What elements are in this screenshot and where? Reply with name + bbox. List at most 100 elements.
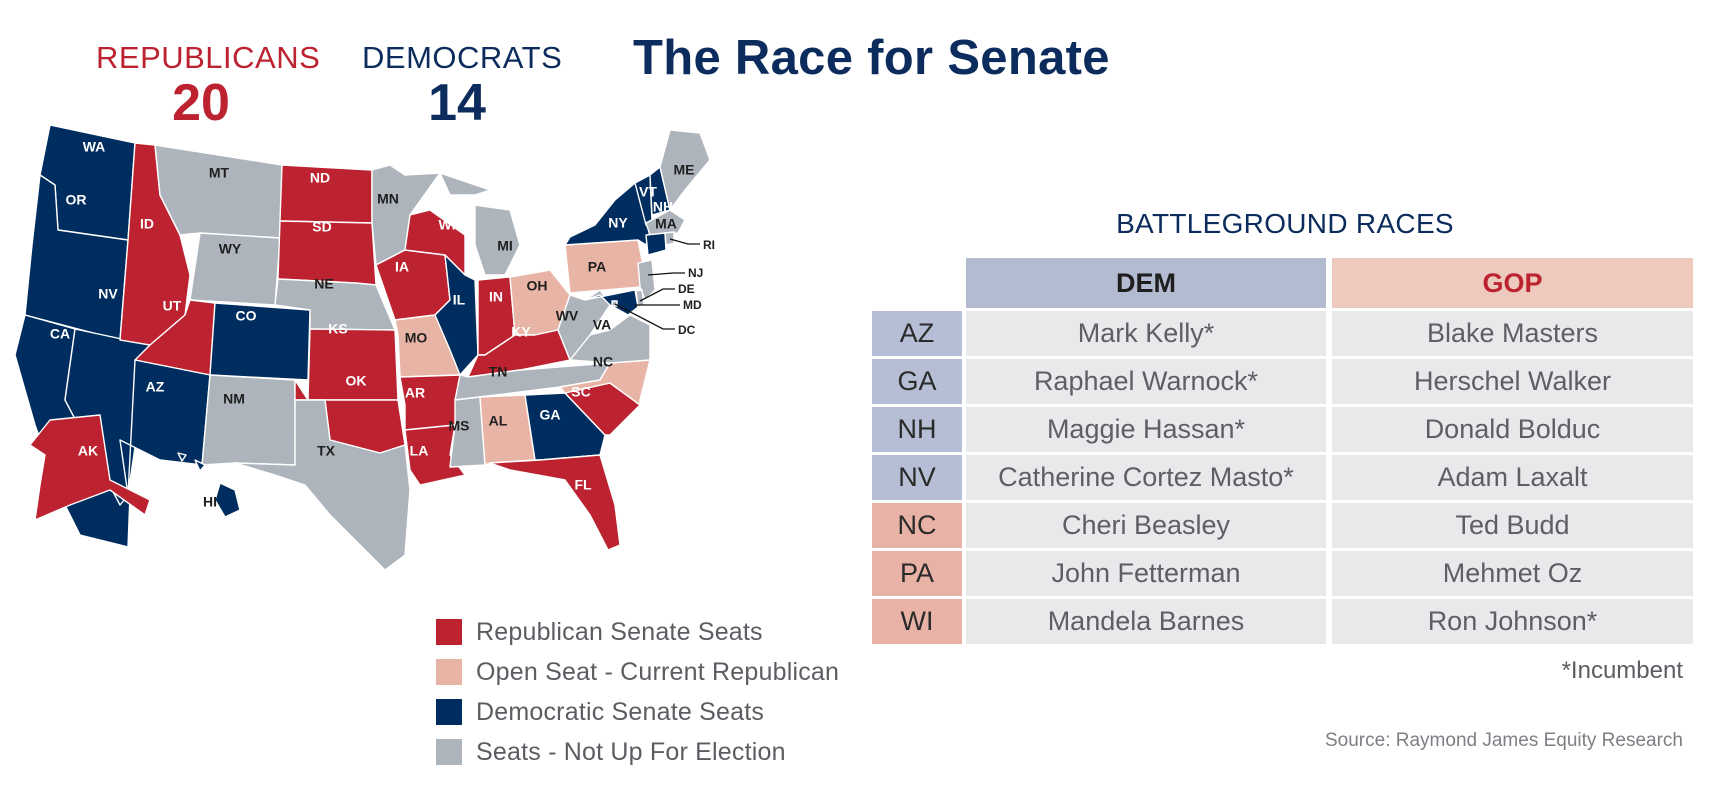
state-label-co: CO (236, 308, 257, 324)
state-label-ne: NE (314, 276, 333, 292)
legend-label: Open Seat - Current Republican (476, 657, 840, 686)
legend-label: Democratic Senate Seats (476, 697, 765, 726)
legend-item: Open Seat - Current Republican (436, 652, 839, 692)
legend-swatch-democrat (436, 699, 462, 725)
state-label-vt: VT (639, 184, 657, 200)
state-label-ky: KY (511, 324, 531, 340)
state-label-mn: MN (377, 191, 399, 207)
state-cell: NH (872, 407, 962, 452)
state-cell: NV (872, 455, 962, 500)
state-ri (664, 231, 675, 246)
state-label-ar: AR (405, 385, 425, 401)
table-row: NC Cheri Beasley Ted Budd (872, 503, 1693, 548)
state-cell: WI (872, 599, 962, 644)
state-label-or: OR (66, 192, 87, 208)
state-label-ga: GA (540, 407, 561, 423)
state-label-va: VA (593, 317, 611, 333)
state-mt (154, 144, 283, 239)
table-row: PA John Fetterman Mehmet Oz (872, 551, 1693, 596)
state-az (119, 359, 211, 496)
state-label-mt: MT (209, 165, 230, 181)
state-label-ma: MA (655, 216, 677, 232)
dem-candidate: Cheri Beasley (966, 503, 1326, 548)
table-row: WI Mandela Barnes Ron Johnson* (872, 599, 1693, 644)
state-label-hi: HI (203, 494, 217, 510)
state-co (209, 302, 311, 381)
state-label-tn: TN (489, 364, 508, 380)
state-label-ut: UT (163, 298, 182, 314)
gop-candidate: Herschel Walker (1332, 359, 1693, 404)
map-legend: Republican Senate Seats Open Seat - Curr… (436, 612, 839, 772)
dem-candidate: John Fetterman (966, 551, 1326, 596)
state-label-al: AL (489, 413, 508, 429)
legend-label: Republican Senate Seats (476, 617, 763, 646)
callout-label-ri: RI (703, 238, 715, 252)
state-fl (489, 454, 621, 551)
state-label-nd: ND (310, 170, 330, 186)
gop-candidate: Donald Bolduc (1332, 407, 1693, 452)
header-dem: DEM (966, 258, 1326, 308)
state-label-nm: NM (223, 391, 245, 407)
header-gop: GOP (1332, 258, 1693, 308)
state-label-ak: AK (78, 443, 98, 459)
state-cell: AZ (872, 311, 962, 356)
state-label-ok: OK (346, 373, 367, 389)
incumbent-footnote: *Incumbent (1561, 657, 1683, 684)
republican-count-label: REPUBLICANS (96, 40, 321, 75)
state-label-nv: NV (98, 286, 118, 302)
gop-candidate: Blake Masters (1332, 311, 1693, 356)
table-row: NV Catherine Cortez Masto* Adam Laxalt (872, 455, 1693, 500)
state-label-oh: OH (527, 278, 548, 294)
state-label-ny: NY (608, 215, 628, 231)
dem-candidate: Mandela Barnes (966, 599, 1326, 644)
callout-label-md: MD (683, 298, 702, 312)
state-label-mi: MI (497, 238, 513, 254)
state-cell: NC (872, 503, 962, 548)
state-label-id: ID (140, 216, 154, 232)
state-label-la: LA (410, 443, 429, 459)
democrat-count-label: DEMOCRATS (362, 40, 563, 75)
state-label-me: ME (674, 162, 695, 178)
battleground-table: DEM GOP AZ Mark Kelly* Blake Masters GA … (872, 258, 1693, 647)
gop-candidate: Mehmet Oz (1332, 551, 1693, 596)
state-label-wa: WA (83, 139, 106, 155)
battleground-title: BATTLEGROUND RACES (1116, 208, 1454, 239)
page-title: The Race for Senate (633, 31, 1110, 85)
legend-item: Republican Senate Seats (436, 612, 839, 652)
state-label-sd: SD (312, 219, 331, 235)
table-header: DEM GOP (872, 258, 1693, 308)
state-ct (645, 232, 667, 256)
header-spacer (872, 258, 962, 308)
state-label-pa: PA (588, 259, 606, 275)
state-label-tx: TX (317, 443, 336, 459)
table-row: NH Maggie Hassan* Donald Bolduc (872, 407, 1693, 452)
state-cell: PA (872, 551, 962, 596)
state-label-ms: MS (449, 418, 470, 434)
us-senate-map: WA OR CA NV ID MT WY UT CO AZ NM ND SD NE KS OK TX MN IA MO… (14, 124, 715, 571)
legend-item: Democratic Senate Seats (436, 692, 839, 732)
legend-swatch-not-up (436, 739, 462, 765)
gop-candidate: Adam Laxalt (1332, 455, 1693, 500)
state-label-wi: WI (438, 217, 455, 233)
state-label-sc: SC (571, 384, 590, 400)
dem-candidate: Mark Kelly* (966, 311, 1326, 356)
gop-candidate: Ron Johnson* (1332, 599, 1693, 644)
legend-swatch-republican (436, 619, 462, 645)
state-label-ca: CA (50, 326, 70, 342)
state-cell: GA (872, 359, 962, 404)
table-row: GA Raphael Warnock* Herschel Walker (872, 359, 1693, 404)
legend-item: Seats - Not Up For Election (436, 732, 839, 772)
dem-candidate: Maggie Hassan* (966, 407, 1326, 452)
gop-candidate: Ted Budd (1332, 503, 1693, 548)
source-note: Source: Raymond James Equity Research (1325, 730, 1683, 751)
dem-candidate: Raphael Warnock* (966, 359, 1326, 404)
legend-swatch-open-republican (436, 659, 462, 685)
state-label-il: IL (453, 292, 466, 308)
state-label-ks: KS (328, 321, 347, 337)
state-ks (307, 328, 399, 401)
table-row: AZ Mark Kelly* Blake Masters (872, 311, 1693, 356)
callout-label-dc: DC (678, 323, 696, 337)
state-label-nc: NC (593, 354, 613, 370)
state-nm (201, 374, 296, 466)
state-label-fl: FL (574, 477, 592, 493)
